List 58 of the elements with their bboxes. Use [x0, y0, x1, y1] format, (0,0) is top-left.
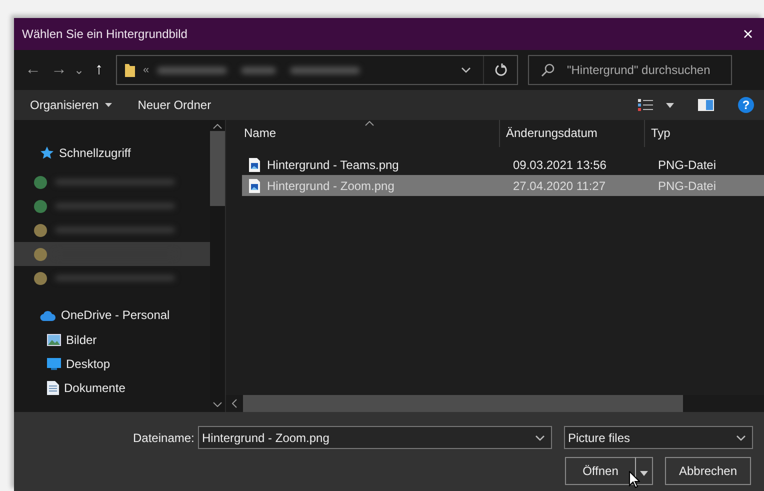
date-column-header[interactable]: Änderungsdatum	[500, 120, 645, 147]
file-row[interactable]: Hintergrund - Teams.png 09.03.2021 13:56 PNG-Datei	[242, 154, 764, 175]
cancel-button[interactable]: Abbrechen	[665, 457, 751, 485]
recent-locations-button[interactable]: ⌄	[72, 57, 86, 83]
sidebar-item[interactable]: Dokumente	[14, 376, 210, 400]
caret-down-icon	[640, 470, 648, 476]
image-file-icon	[249, 178, 260, 192]
type-column-header[interactable]: Typ	[645, 120, 764, 147]
filename-label: Dateiname:	[133, 430, 196, 444]
address-bar[interactable]: «	[116, 55, 518, 85]
modified-date: 27.04.2020 11:27	[512, 178, 607, 192]
pictures-icon	[47, 334, 61, 346]
sidebar-item[interactable]: Schnellzugriff	[14, 140, 210, 166]
folder-icon	[125, 63, 135, 77]
star-icon	[40, 146, 54, 160]
file-name: Hintergrund - Zoom.png	[267, 178, 394, 192]
forward-button[interactable]: →	[46, 57, 72, 83]
preview-pane-icon[interactable]	[698, 99, 714, 111]
search-icon	[541, 63, 555, 77]
cloud-icon	[40, 310, 56, 320]
caret-down-icon	[104, 103, 112, 107]
document-icon	[47, 381, 59, 395]
file-name: Hintergrund - Teams.png	[267, 158, 399, 172]
window-title: Wählen Sie ein Hintergrundbild	[22, 27, 188, 41]
scroll-left-icon[interactable]	[232, 399, 237, 408]
scroll-down-icon[interactable]	[213, 402, 222, 407]
sidebar-item[interactable]: Desktop	[14, 352, 210, 376]
path-collapsed: «	[143, 64, 150, 76]
blurred-item[interactable]	[14, 242, 210, 266]
open-options-button[interactable]	[635, 457, 653, 485]
back-button[interactable]: ←	[20, 57, 46, 83]
chevron-down-icon[interactable]	[535, 434, 545, 440]
refresh-icon[interactable]	[494, 63, 508, 77]
desktop-icon	[47, 358, 61, 370]
file-type: PNG-Datei	[658, 178, 716, 192]
open-button[interactable]: Öffnen	[565, 457, 635, 485]
name-column-header[interactable]: Name	[226, 120, 500, 147]
horizontal-scrollbar[interactable]	[226, 395, 764, 412]
filename-field[interactable]: Hintergrund - Zoom.png	[198, 426, 552, 449]
organize-menu-button[interactable]: Organisieren	[22, 94, 120, 116]
modified-date: 09.03.2021 13:56	[512, 158, 608, 172]
image-file-icon	[249, 158, 260, 172]
sidebar-item[interactable]: OneDrive - Personal	[14, 302, 210, 328]
scroll-up-icon[interactable]	[213, 124, 222, 129]
new-folder-button[interactable]: Neuer Ordner	[130, 94, 220, 116]
view-options-icon[interactable]	[638, 98, 654, 112]
chevron-down-icon[interactable]	[736, 434, 746, 440]
up-button[interactable]: ↑	[86, 57, 112, 83]
search-field[interactable]: "Hintergrund" durchsuchen	[528, 55, 732, 85]
close-button[interactable]: ×	[732, 18, 764, 50]
help-button[interactable]: ?	[738, 97, 754, 113]
mouse-cursor-icon	[629, 471, 640, 488]
file-type-dropdown[interactable]: Picture files	[564, 426, 753, 449]
chevron-down-icon[interactable]	[461, 67, 471, 73]
caret-down-icon[interactable]	[666, 102, 674, 108]
file-type: PNG-Datei	[658, 158, 716, 172]
sort-caret-icon	[365, 121, 374, 126]
sidebar-item[interactable]: Bilder	[14, 328, 210, 352]
